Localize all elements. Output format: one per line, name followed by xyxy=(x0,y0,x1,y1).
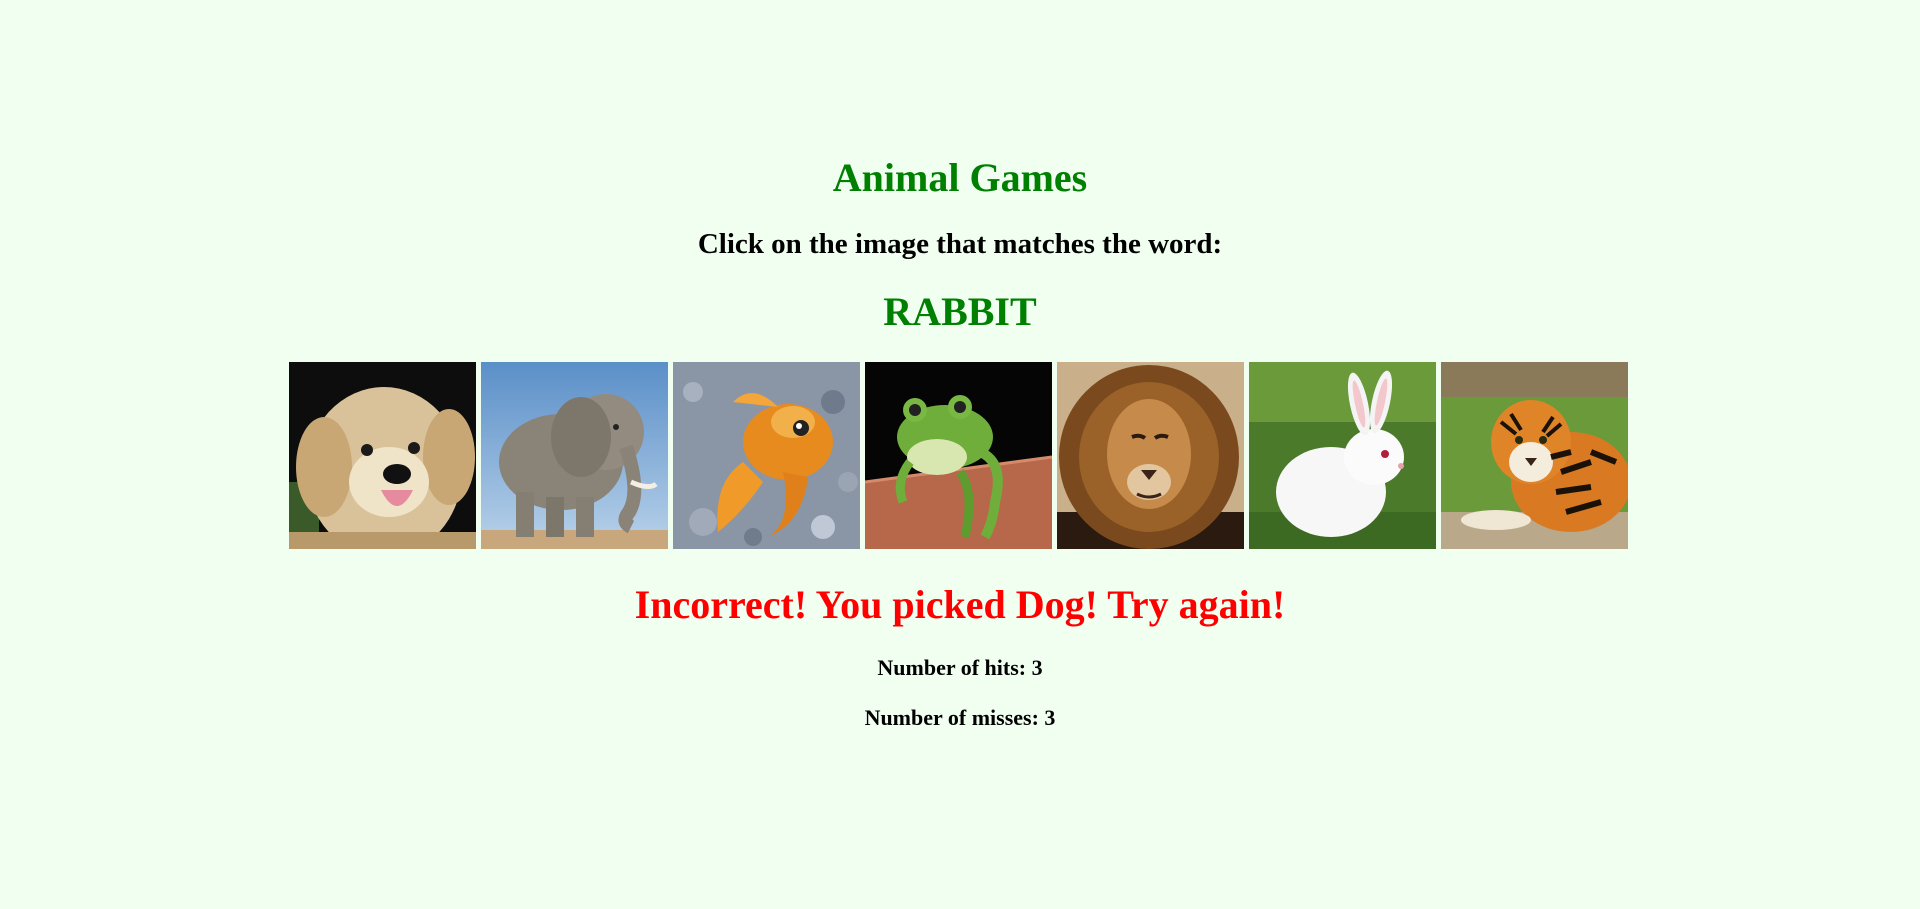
lion-image xyxy=(1057,362,1244,549)
animal-tile-frog[interactable] xyxy=(865,362,1052,549)
dog-image xyxy=(289,362,476,549)
page-title: Animal Games xyxy=(832,155,1088,200)
instruction-text: Click on the image that matches the word… xyxy=(697,228,1223,260)
feedback-message: Incorrect! You picked Dog! Try again! xyxy=(634,582,1286,627)
animal-image-row xyxy=(289,362,1628,549)
goldfish-image xyxy=(673,362,860,549)
misses-counter: Number of misses: 3 xyxy=(864,705,1056,730)
hits-counter: Number of hits: 3 xyxy=(877,655,1043,680)
animal-tile-tiger[interactable] xyxy=(1441,362,1628,549)
animal-tile-dog[interactable] xyxy=(289,362,476,549)
animal-tile-rabbit[interactable] xyxy=(1249,362,1436,549)
animal-tile-elephant[interactable] xyxy=(481,362,668,549)
game-page: Animal Games Click on the image that mat… xyxy=(0,0,1920,909)
tiger-image xyxy=(1441,362,1628,549)
target-word: RABBIT xyxy=(883,289,1037,334)
animal-tile-lion[interactable] xyxy=(1057,362,1244,549)
animal-tile-goldfish[interactable] xyxy=(673,362,860,549)
rabbit-image xyxy=(1249,362,1436,549)
elephant-image xyxy=(481,362,668,549)
frog-image xyxy=(865,362,1052,549)
